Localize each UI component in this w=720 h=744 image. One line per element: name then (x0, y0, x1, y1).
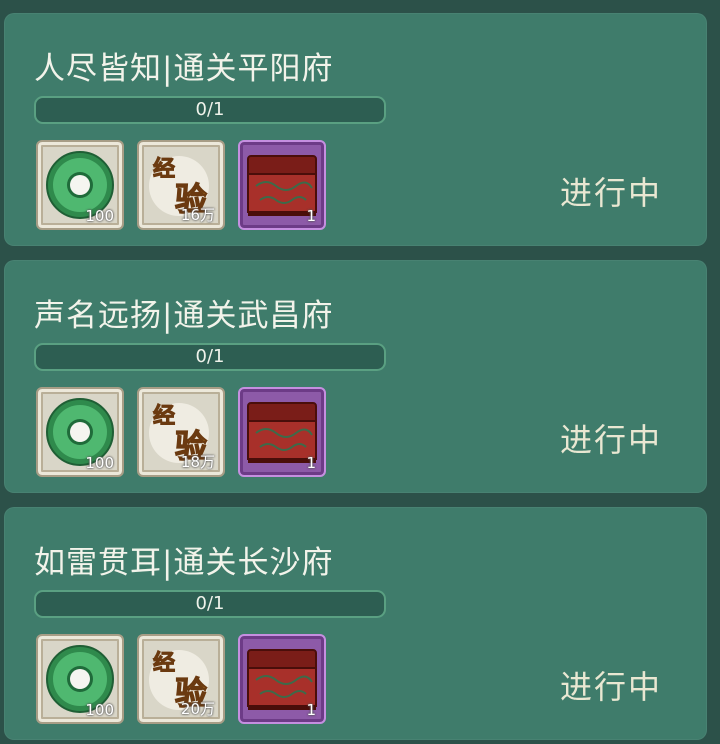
reward-quantity: 1 (306, 454, 316, 472)
reward-quantity: 18万 (180, 453, 215, 471)
progress-bar: 0/1 (34, 343, 386, 371)
exp-label-top: 经 (153, 650, 175, 676)
reward-slot-experience[interactable]: 经 验 18万 (137, 387, 225, 477)
progress-text: 0/1 (195, 346, 225, 367)
reward-quantity: 100 (85, 454, 114, 472)
exp-label-top: 经 (153, 156, 175, 182)
exp-label-top: 经 (153, 403, 175, 429)
reward-quantity: 1 (306, 207, 316, 225)
quest-title: 声名远扬|通关武昌府 (34, 298, 334, 334)
reward-slot-jade[interactable]: 100 (36, 634, 124, 724)
quest-card[interactable]: 声名远扬|通关武昌府 0/1 100 经 验 18万 1 进行中 (4, 260, 707, 493)
quest-title: 如雷贯耳|通关长沙府 (34, 545, 334, 581)
reward-quantity: 20万 (180, 700, 215, 718)
quest-card[interactable]: 如雷贯耳|通关长沙府 0/1 100 经 验 20万 1 进行中 (4, 507, 707, 740)
reward-quantity: 16万 (180, 206, 215, 224)
reward-quantity: 100 (85, 701, 114, 719)
progress-text: 0/1 (195, 99, 225, 120)
quest-card[interactable]: 人尽皆知|通关平阳府 0/1 100 经 验 16万 1 进行中 (4, 13, 707, 246)
reward-slot-experience[interactable]: 经 验 20万 (137, 634, 225, 724)
reward-quantity: 100 (85, 207, 114, 225)
progress-bar: 0/1 (34, 590, 386, 618)
reward-quantity: 1 (306, 701, 316, 719)
quest-title: 人尽皆知|通关平阳府 (34, 51, 334, 87)
reward-slot-chest[interactable]: 1 (238, 634, 326, 724)
progress-bar: 0/1 (34, 96, 386, 124)
reward-slot-jade[interactable]: 100 (36, 387, 124, 477)
quest-status: 进行中 (560, 174, 663, 212)
reward-slot-experience[interactable]: 经 验 16万 (137, 140, 225, 230)
progress-text: 0/1 (195, 593, 225, 614)
reward-slot-jade[interactable]: 100 (36, 140, 124, 230)
quest-status: 进行中 (560, 421, 663, 459)
quest-status: 进行中 (560, 668, 663, 706)
reward-slot-chest[interactable]: 1 (238, 140, 326, 230)
reward-slot-chest[interactable]: 1 (238, 387, 326, 477)
